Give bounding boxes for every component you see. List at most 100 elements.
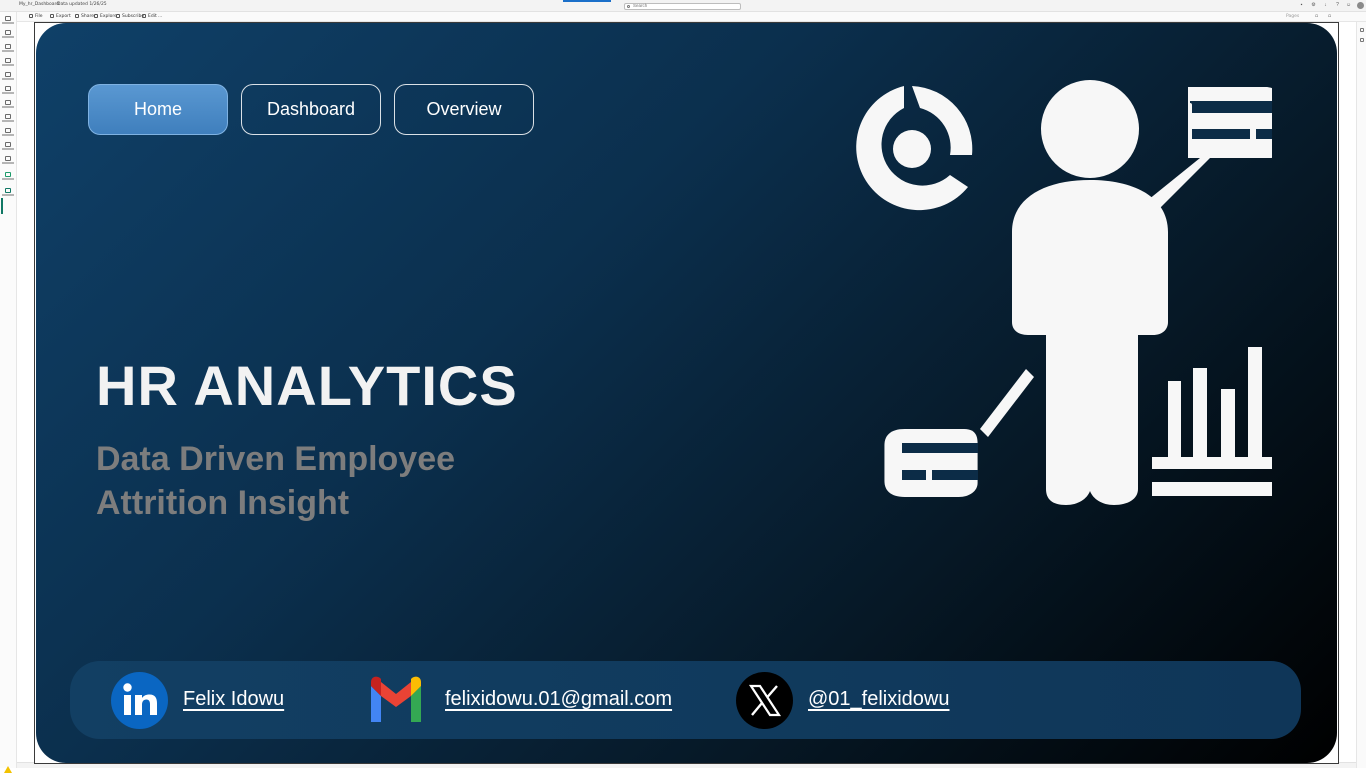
report-page: Home Dashboard Overview HR ANALYTICS Dat… bbox=[36, 23, 1337, 763]
learn-icon bbox=[5, 114, 11, 119]
bar-chart-icon bbox=[1152, 347, 1272, 496]
file-menu[interactable]: File bbox=[29, 14, 43, 19]
home-nav-button[interactable]: Home bbox=[88, 84, 228, 135]
person-icon bbox=[1012, 80, 1168, 505]
nav-browse[interactable] bbox=[2, 44, 14, 55]
explore-label: Explore bbox=[100, 14, 117, 19]
notifications-icon[interactable]: ▪ bbox=[1299, 3, 1304, 8]
workloads-icon bbox=[5, 142, 11, 147]
avatar[interactable] bbox=[1357, 2, 1364, 9]
nav-active-indicator bbox=[1, 198, 3, 214]
nav-create[interactable] bbox=[2, 30, 14, 41]
info-card-icon bbox=[1148, 87, 1272, 210]
nav-home[interactable] bbox=[2, 16, 14, 27]
nav-workloads-label bbox=[2, 148, 14, 150]
nav-current-report-label bbox=[2, 194, 14, 196]
export-menu[interactable]: Export bbox=[50, 14, 71, 19]
subscribe-label: Subscribe bbox=[122, 14, 145, 19]
donut-chart-icon bbox=[856, 86, 973, 211]
view-icon[interactable]: ▫ bbox=[1315, 14, 1318, 19]
explore-button[interactable]: Explore bbox=[94, 14, 117, 19]
export-icon bbox=[50, 14, 54, 18]
nav-workloads[interactable] bbox=[2, 142, 14, 153]
search-placeholder: Search bbox=[633, 3, 648, 8]
nav-learn-label bbox=[2, 120, 14, 122]
overview-nav-button[interactable]: Overview bbox=[394, 84, 534, 135]
share-icon bbox=[75, 14, 79, 18]
my-workspace-icon bbox=[5, 172, 11, 177]
edit-label: Edit bbox=[148, 14, 157, 19]
nav-learn[interactable] bbox=[2, 114, 14, 125]
nav-metrics-label bbox=[2, 92, 14, 94]
download-icon[interactable]: ↓ bbox=[1323, 3, 1328, 8]
workspaces-icon bbox=[5, 156, 11, 161]
page-title: HR ANALYTICS bbox=[96, 354, 518, 417]
nav-monitor-label bbox=[2, 106, 14, 108]
nav-my-workspace-label bbox=[2, 178, 14, 180]
nav-metrics[interactable] bbox=[2, 86, 14, 97]
create-icon bbox=[5, 30, 11, 35]
nav-monitor[interactable] bbox=[2, 100, 14, 111]
search-input[interactable]: Search bbox=[624, 3, 741, 10]
home-icon bbox=[5, 16, 11, 21]
search-icon bbox=[627, 5, 630, 8]
settings-icon[interactable]: ⚙ bbox=[1311, 3, 1316, 8]
nav-onelake-label bbox=[2, 64, 14, 66]
data-updated-label[interactable]: Data updated 1/26/25 bbox=[57, 2, 107, 7]
fullscreen-icon[interactable]: ▫ bbox=[1328, 14, 1331, 19]
report-icon bbox=[5, 188, 11, 193]
x-handle-link[interactable]: @01_felixidowu bbox=[808, 688, 950, 711]
file-label: File bbox=[35, 14, 43, 19]
nav-browse-label bbox=[2, 50, 14, 52]
page-subtitle: Data Driven Employee Attrition Insight bbox=[96, 440, 456, 522]
left-navigation bbox=[0, 12, 17, 773]
nav-realtime[interactable] bbox=[2, 128, 14, 139]
realtime-icon bbox=[5, 128, 11, 133]
nav-onelake[interactable] bbox=[2, 58, 14, 69]
share-label: Share bbox=[81, 14, 94, 19]
onelake-icon bbox=[5, 58, 11, 63]
browse-icon bbox=[5, 44, 11, 49]
nav-realtime-label bbox=[2, 134, 14, 136]
linkedin-icon[interactable] bbox=[111, 672, 168, 729]
nav-my-workspace[interactable] bbox=[2, 172, 14, 183]
report-toolbar: File Export Share Explore Subscribe Edit… bbox=[0, 12, 1366, 22]
explore-icon bbox=[94, 14, 98, 18]
filters-pane-icon[interactable] bbox=[1360, 28, 1364, 32]
email-link[interactable]: felixidowu.01@gmail.com bbox=[445, 688, 672, 711]
monitor-icon bbox=[5, 100, 11, 105]
edit-button[interactable]: Edit bbox=[142, 14, 157, 19]
app-title-bar: My_hr_Dashboard Data updated 1/26/25 Sea… bbox=[0, 0, 1366, 12]
file-icon bbox=[29, 14, 33, 18]
edit-icon bbox=[142, 14, 146, 18]
nav-create-label bbox=[2, 36, 14, 38]
hr-analytics-illustration bbox=[856, 80, 1272, 505]
linkedin-link[interactable]: Felix Idowu bbox=[183, 688, 284, 711]
feedback-icon[interactable]: ☺ bbox=[1346, 3, 1351, 8]
more-options-button[interactable]: ... bbox=[158, 14, 162, 19]
share-button[interactable]: Share bbox=[75, 14, 94, 19]
contact-footer: Felix Idowu felixidowu.01@gmail.com @01_… bbox=[70, 661, 1301, 739]
export-label: Export bbox=[56, 14, 71, 19]
help-icon[interactable]: ? bbox=[1335, 3, 1340, 8]
info-card-icon-2 bbox=[884, 369, 1034, 497]
active-tab-indicator bbox=[563, 0, 611, 2]
metrics-icon bbox=[5, 86, 11, 91]
nav-current-report[interactable] bbox=[2, 188, 14, 199]
nav-workspaces[interactable] bbox=[2, 156, 14, 167]
nav-apps[interactable] bbox=[2, 72, 14, 83]
dashboard-nav-button[interactable]: Dashboard bbox=[241, 84, 381, 135]
nav-apps-label bbox=[2, 78, 14, 80]
warning-icon[interactable] bbox=[4, 766, 12, 773]
gmail-icon[interactable] bbox=[367, 672, 425, 729]
pages-button[interactable]: Pages bbox=[1286, 14, 1299, 19]
nav-workspaces-label bbox=[2, 162, 14, 164]
subscribe-button[interactable]: Subscribe bbox=[116, 14, 144, 19]
nav-home-label bbox=[2, 22, 14, 24]
report-name[interactable]: My_hr_Dashboard bbox=[19, 2, 59, 7]
apps-icon bbox=[5, 72, 11, 77]
visuals-pane-icon[interactable] bbox=[1360, 38, 1364, 42]
x-icon[interactable] bbox=[736, 672, 793, 729]
right-pane-rail bbox=[1356, 22, 1366, 768]
subscribe-icon bbox=[116, 14, 120, 18]
